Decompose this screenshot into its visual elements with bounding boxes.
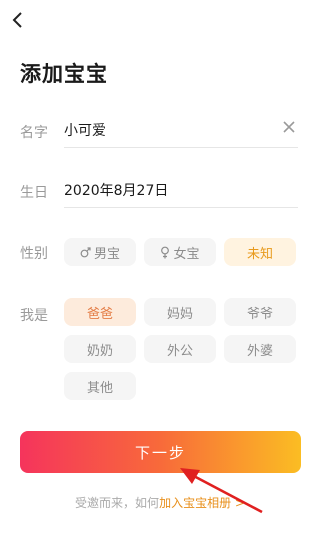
gender-unknown-chip[interactable]: 未知 <box>224 238 296 266</box>
gender-label: 性别 <box>20 246 48 262</box>
gender-girl-label: 女宝 <box>173 246 200 262</box>
role-chip-grandma-maternal[interactable]: 外婆 <box>224 335 296 363</box>
role-chip-other[interactable]: 其他 <box>64 372 136 400</box>
clear-icon[interactable] <box>282 120 296 134</box>
gender-unknown-label: 未知 <box>246 246 273 262</box>
gender-boy-chip[interactable]: 男宝 <box>64 238 136 266</box>
role-chip-label: 爷爷 <box>246 306 273 322</box>
role-chip-label: 外婆 <box>246 343 273 359</box>
role-chip-label: 其他 <box>86 380 113 396</box>
role-chip-mom[interactable]: 妈妈 <box>144 298 216 326</box>
annotation-arrow-icon <box>180 468 263 514</box>
role-chip-label: 妈妈 <box>166 306 193 322</box>
name-value: 小可爱 <box>64 123 106 139</box>
role-chip-label: 爸爸 <box>86 306 113 322</box>
male-icon <box>80 247 91 258</box>
role-chip-grandma-paternal[interactable]: 奶奶 <box>64 335 136 363</box>
invite-text: 受邀而来，如何 <box>75 496 160 510</box>
birthday-value: 2020年8月27日 <box>64 183 169 199</box>
role-chip-label: 外公 <box>166 343 193 359</box>
role-chip-dad[interactable]: 爸爸 <box>64 298 136 326</box>
next-button-label: 下一步 <box>134 443 186 462</box>
birthday-label: 生日 <box>20 185 48 201</box>
birthday-field[interactable]: 2020年8月27日 <box>64 174 298 208</box>
gender-girl-chip[interactable]: 女宝 <box>144 238 216 266</box>
female-icon <box>161 246 170 258</box>
gender-boy-label: 男宝 <box>93 246 120 262</box>
role-chip-label: 奶奶 <box>86 343 113 359</box>
back-arrow-icon[interactable] <box>8 10 28 30</box>
page-title: 添加宝宝 <box>20 62 108 86</box>
role-label: 我是 <box>20 308 48 324</box>
name-label: 名字 <box>20 125 48 141</box>
name-field[interactable]: 小可爱 <box>64 114 298 148</box>
role-chip-grandpa-paternal[interactable]: 爷爷 <box>224 298 296 326</box>
role-chip-grandpa-maternal[interactable]: 外公 <box>144 335 216 363</box>
